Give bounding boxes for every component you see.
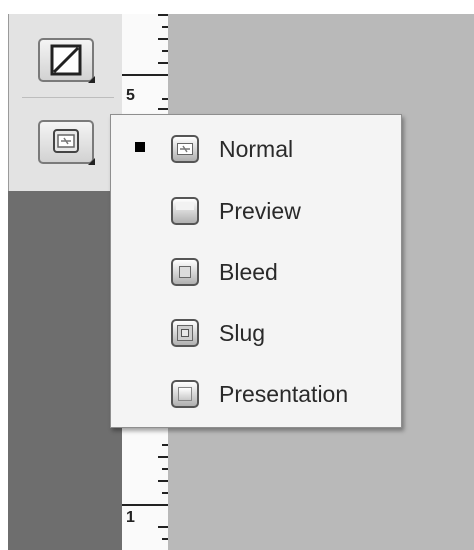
screen-mode-menu: Normal Preview Bleed Slug Presentation [110,114,402,428]
ruler-label: 1 [126,509,135,526]
tools-panel-lower [8,191,122,550]
menu-item-bleed[interactable]: Bleed [111,250,401,294]
menu-item-label: Preview [219,198,301,224]
menu-item-label: Normal [219,136,294,162]
menu-item-preview[interactable]: Preview [111,189,401,233]
normal-mode-icon [53,129,79,153]
application-screen: 5 1 Normal Preview Bleed Slug Presentati… [0,0,474,550]
menu-item-label: Presentation [219,381,349,407]
screen-mode-button[interactable] [38,120,95,165]
menu-item-slug[interactable]: Slug [111,311,401,355]
apply-none-button[interactable] [38,38,95,83]
menu-item-label: Slug [219,320,266,346]
presentation-mode-icon [171,380,199,408]
flyout-indicator-icon [88,158,95,165]
preview-mode-icon [171,197,199,225]
menu-item-normal[interactable]: Normal [111,127,401,171]
apply-none-icon [50,44,82,76]
ruler-label: 5 [126,87,135,104]
normal-mode-icon [171,135,199,163]
checked-bullet-icon [135,142,145,152]
menu-item-label: Bleed [219,259,278,285]
tools-separator [22,97,114,98]
slug-mode-icon [171,319,199,347]
flyout-indicator-icon [88,76,95,83]
bleed-mode-icon [171,258,199,286]
menu-item-presentation[interactable]: Presentation [111,372,401,416]
